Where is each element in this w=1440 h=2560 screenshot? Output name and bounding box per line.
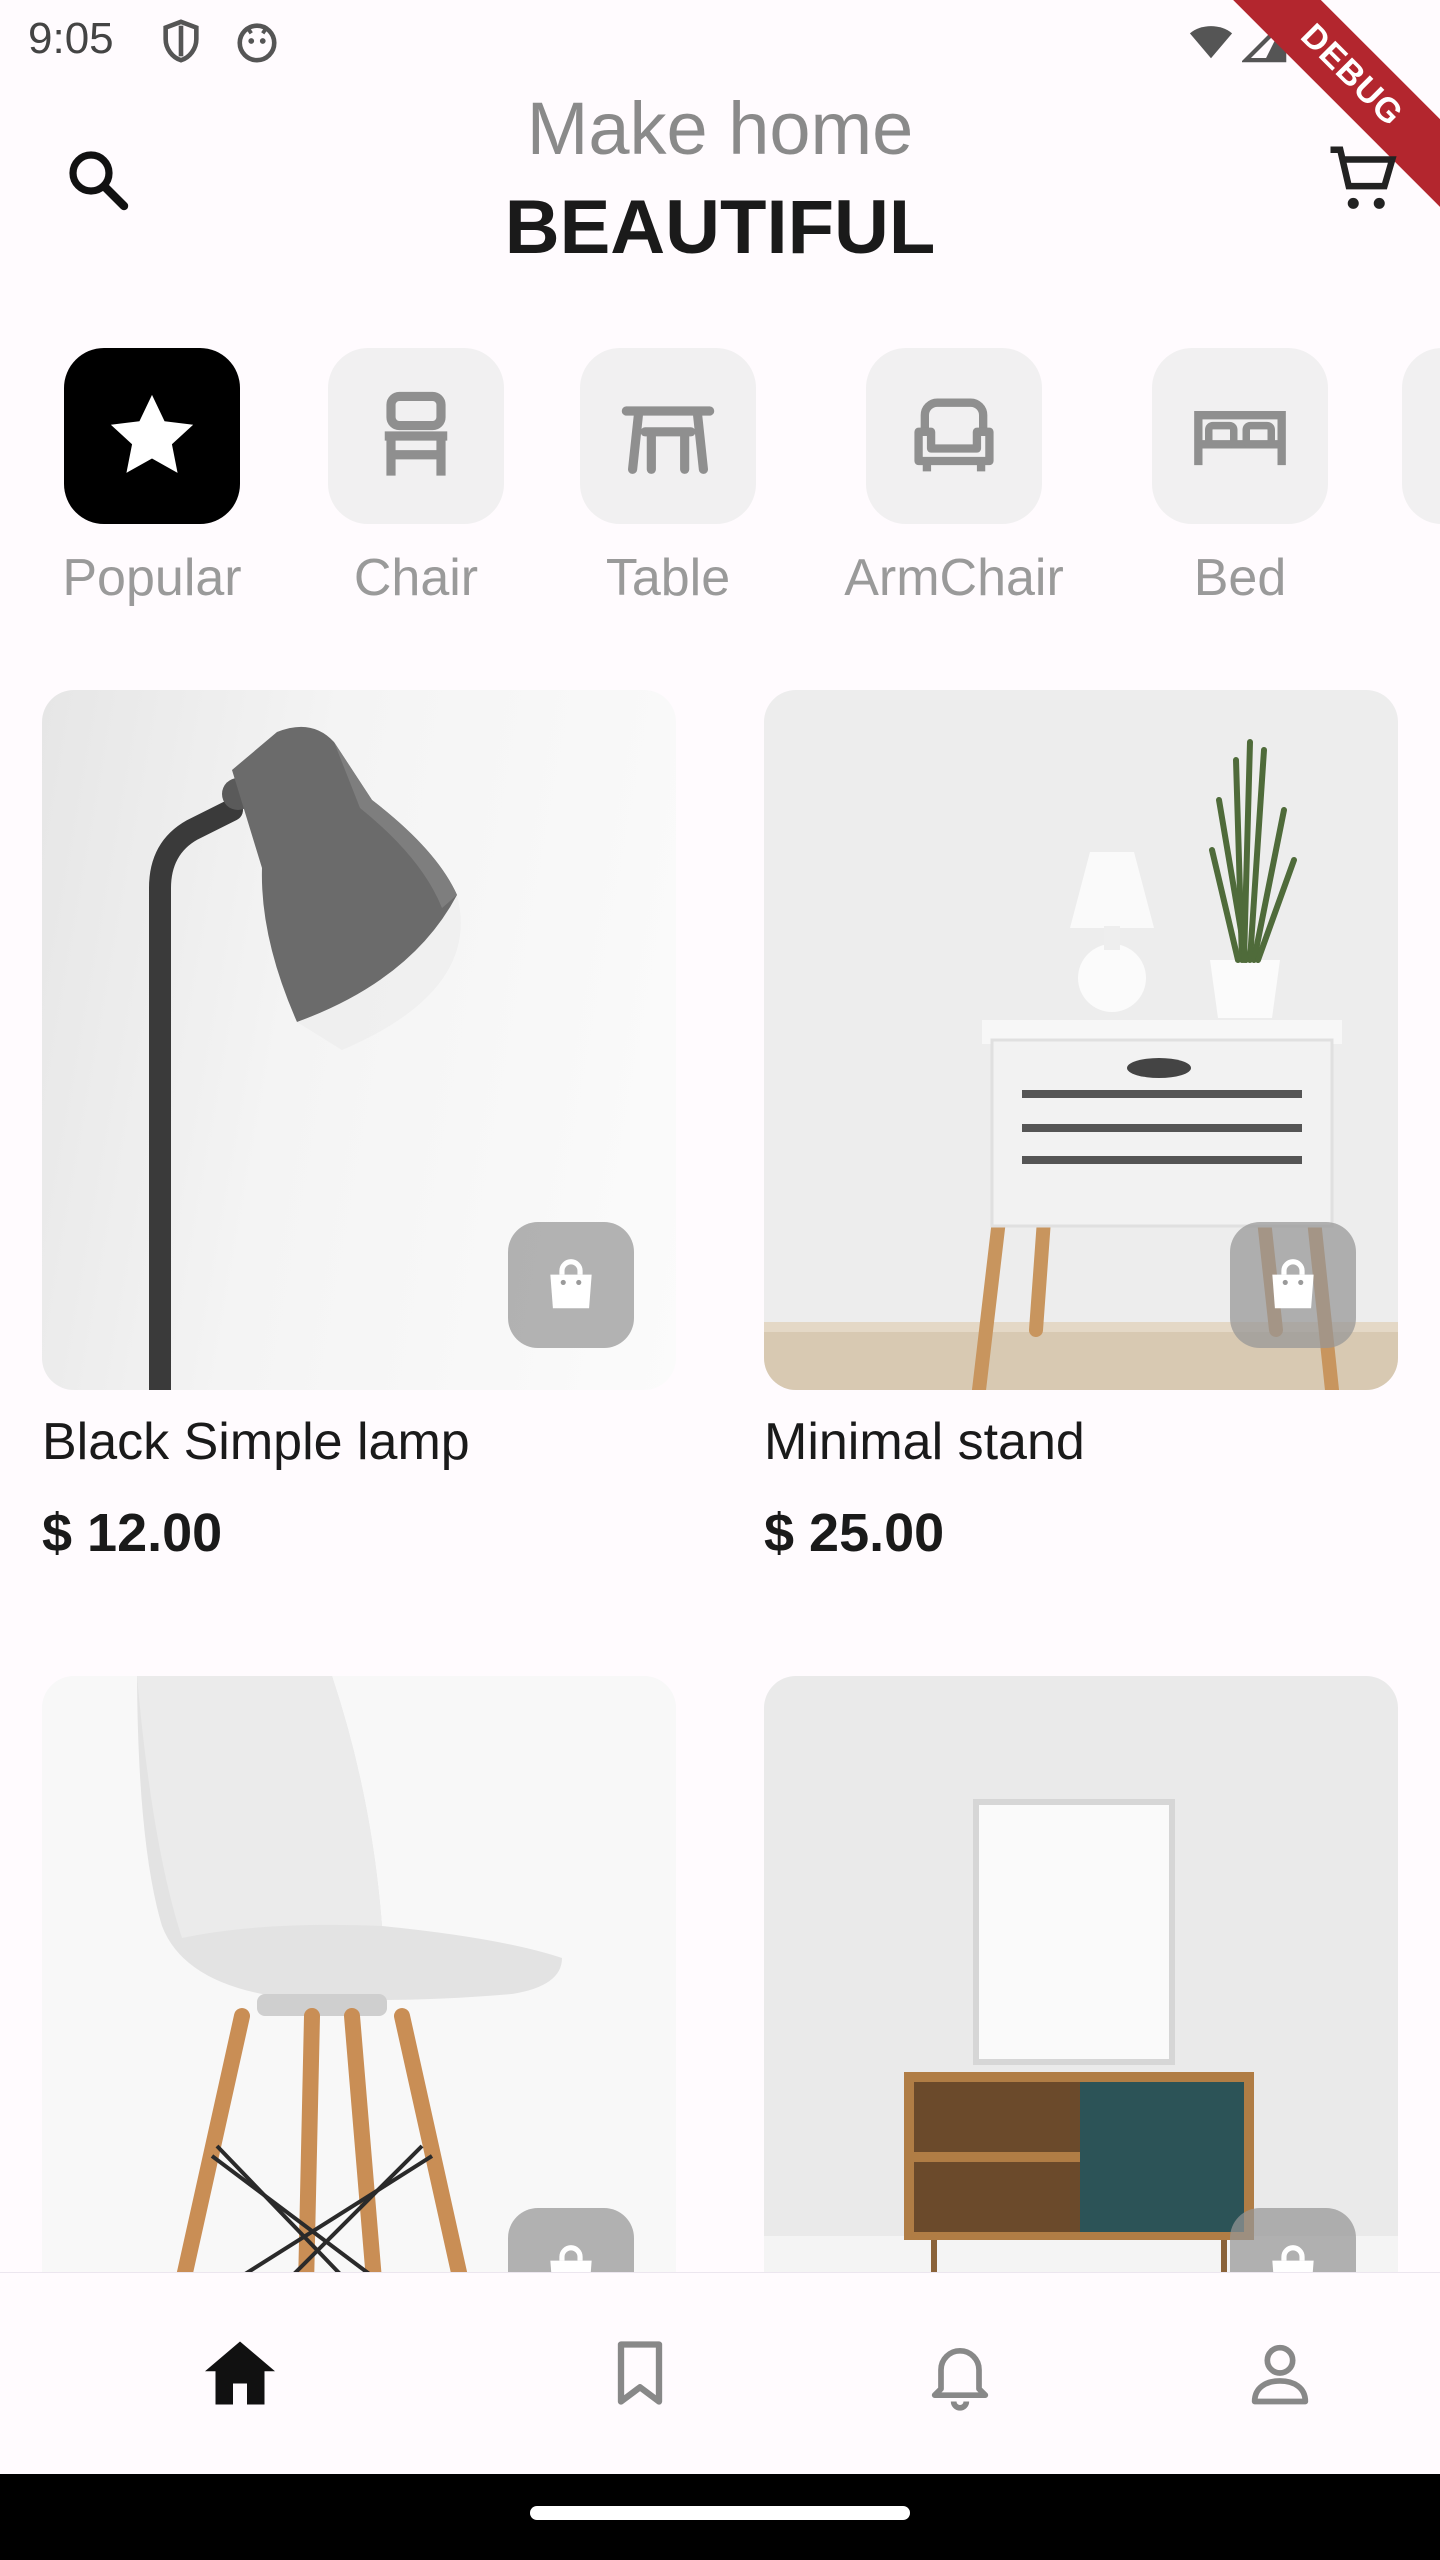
- table-icon: [621, 406, 715, 474]
- product-image-cabinet: [764, 1676, 1398, 2376]
- bookmark-icon: [617, 2341, 663, 2405]
- add-to-bag-button[interactable]: [508, 1222, 634, 1348]
- cart-icon: [1330, 146, 1397, 209]
- product-card[interactable]: Black Simple lamp $ 12.00: [42, 690, 676, 1564]
- shopping-bag-icon: [550, 1259, 592, 1309]
- product-image-stand: [764, 690, 1398, 1390]
- product-name: Black Simple lamp: [42, 1413, 470, 1471]
- page-title-line1: Make home: [526, 87, 914, 170]
- product-image-lamp: [42, 690, 676, 1390]
- status-bar: 9:05: [0, 0, 1440, 84]
- category-label: Table: [605, 549, 731, 607]
- bed-icon: [1194, 411, 1286, 466]
- category-more[interactable]: [1402, 348, 1440, 524]
- home-icon: [205, 2341, 275, 2405]
- product-price: $ 25.00: [764, 1503, 945, 1563]
- category-label: ArmChair: [844, 549, 1064, 607]
- nav-profile[interactable]: [1230, 2323, 1330, 2423]
- category-label: Bed: [1193, 549, 1287, 607]
- page-title-line2: BEAUTIFUL: [504, 185, 936, 270]
- bottom-navigation: [0, 2272, 1440, 2473]
- category-label: Chair: [353, 549, 479, 607]
- shield-icon: [163, 19, 199, 63]
- product-name: Minimal stand: [764, 1413, 1085, 1471]
- nav-home[interactable]: [190, 2323, 290, 2423]
- category-popular[interactable]: Popular: [62, 348, 242, 608]
- add-to-bag-button[interactable]: [1230, 1222, 1356, 1348]
- chair-icon: [384, 391, 448, 476]
- product-card[interactable]: Minimal stand $ 25.00: [764, 690, 1398, 1564]
- category-label: Popular: [62, 549, 242, 607]
- category-armchair[interactable]: ArmChair: [844, 348, 1064, 608]
- nav-bookmarks[interactable]: [590, 2323, 690, 2423]
- category-bed[interactable]: Bed: [1152, 348, 1328, 608]
- nav-notifications[interactable]: [910, 2323, 1010, 2423]
- armchair-icon: [914, 398, 994, 472]
- status-time: 9:05: [28, 14, 114, 63]
- cart-button[interactable]: [1318, 134, 1408, 224]
- wifi-icon: [1189, 26, 1233, 59]
- category-chair[interactable]: Chair: [328, 348, 504, 608]
- product-card[interactable]: [42, 1676, 676, 2376]
- product-image-chair: [42, 1676, 676, 2376]
- profile-icon: [1251, 2344, 1309, 2405]
- app-notification-icon: [237, 23, 277, 63]
- shopping-bag-icon: [1272, 1259, 1314, 1309]
- home-gesture-handle[interactable]: [530, 2506, 910, 2520]
- category-table[interactable]: Table: [580, 348, 756, 608]
- bell-icon: [931, 2348, 989, 2411]
- system-navigation-bar: [0, 2474, 1440, 2560]
- star-icon: [110, 394, 194, 473]
- product-price: $ 12.00: [42, 1503, 223, 1563]
- product-card[interactable]: [764, 1676, 1398, 2376]
